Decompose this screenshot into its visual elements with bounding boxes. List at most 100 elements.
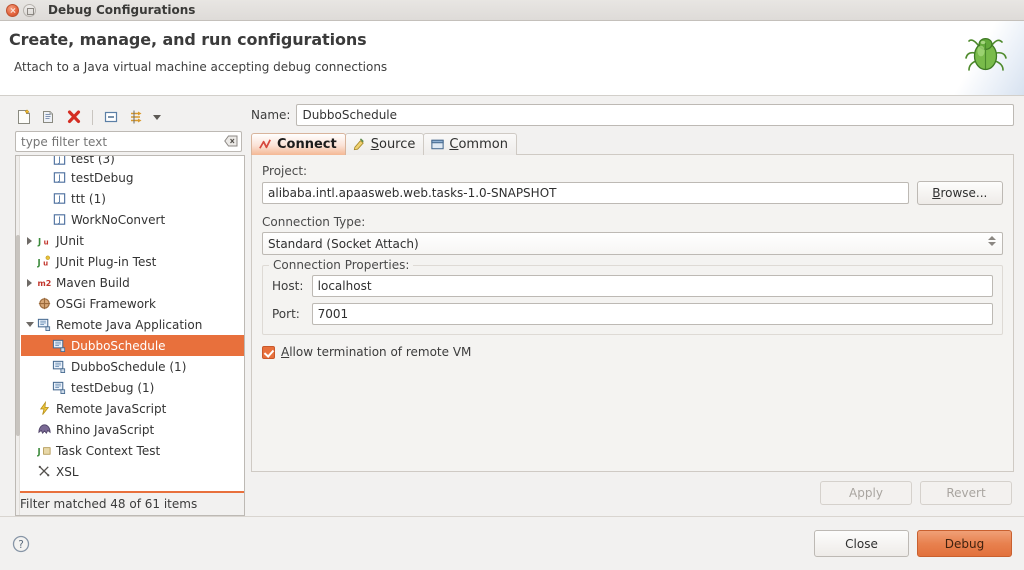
tree-item-test-3[interactable]: Jtest (3) [21,156,244,167]
junit-plugin-icon: Ju [36,254,53,270]
page-description: Attach to a Java virtual machine accepti… [14,60,1024,74]
chevron-down-icon[interactable] [150,106,164,128]
svg-text:J: J [37,236,41,246]
tree-item-label: ttt (1) [71,191,106,207]
tab-common[interactable]: Common [423,133,517,155]
chevron-down-icon[interactable] [23,314,36,335]
tab-source[interactable]: Source [345,133,425,155]
window-title: Debug Configurations [48,3,195,17]
tree-item-label: WorkNoConvert [71,212,165,228]
tab-label: Connect [277,137,337,152]
configuration-details-pane: Name: Connect Source Common Project: Brows… [251,104,1016,516]
tree-item-osgi-framework[interactable]: OSGi Framework [21,293,244,314]
tree-item-label: Rhino JavaScript [56,422,154,438]
tree-item-testdebug-1[interactable]: testDebug (1) [21,377,244,398]
project-input[interactable] [262,182,909,204]
name-row: Name: [251,104,1014,126]
connection-type-label: Connection Type: [262,215,1003,229]
tree-item-task-context-test[interactable]: JTask Context Test [21,440,244,461]
delete-x-icon[interactable] [63,106,85,128]
tree-item-ttt-1[interactable]: Jttt (1) [21,188,244,209]
svg-text:J: J [57,195,60,204]
connection-type-select[interactable]: Standard (Socket Attach) [262,232,1003,255]
tree-item-worknoconvert[interactable]: JWorkNoConvert [21,209,244,230]
tree-item-rhino-javascript[interactable]: Rhino JavaScript [21,419,244,440]
xsl-icon [36,464,53,480]
tree-item-testdebug[interactable]: JtestDebug [21,167,244,188]
host-row: Host: [272,275,993,297]
help-icon[interactable]: ? [12,535,30,553]
filter-field-wrapper [15,131,242,152]
toolbar-separator [92,110,93,125]
close-button[interactable]: Close [814,530,909,557]
apply-button[interactable]: Apply [820,481,912,505]
javascript-icon [36,401,53,417]
svg-text:J: J [57,156,60,164]
junit-icon: Ju [36,233,53,249]
tree-item-xsl[interactable]: XSL [21,461,244,482]
browse-button[interactable]: Browse... [917,181,1003,205]
svg-text:u: u [43,259,48,268]
svg-text:J: J [37,257,41,267]
tree-item-maven-build[interactable]: m2Maven Build [21,272,244,293]
tab-label: Source [371,137,416,152]
allow-termination-checkbox[interactable] [262,346,275,359]
configuration-name-input[interactable] [296,104,1014,126]
allow-termination-label: Allow termination of remote VM [281,345,471,359]
port-input[interactable] [312,303,993,325]
maximize-icon[interactable] [23,4,36,17]
new-configuration-button[interactable] [13,106,35,128]
remote-java-icon [36,317,53,333]
close-icon[interactable] [6,4,19,17]
tab-label-rest: ommon [458,137,507,152]
java-app-icon: J [51,156,68,167]
svg-text:u: u [44,238,49,247]
connect-icon [258,138,273,152]
tree-item-remote-java-application[interactable]: Remote Java Application [21,314,244,335]
window-titlebar: Debug Configurations [0,0,1024,21]
host-label: Host: [272,279,312,293]
tree-item-label: OSGi Framework [56,296,156,312]
tree-item-junit-plug-in-test[interactable]: JuJUnit Plug-in Test [21,251,244,272]
search-input[interactable] [15,131,242,152]
clear-icon[interactable] [224,135,238,147]
port-row: Port: [272,303,993,325]
tree-item-remote-javascript[interactable]: Remote JavaScript [21,398,244,419]
filter-icon[interactable] [125,106,147,128]
debug-configurations-dialog: Debug Configurations Create, manage, and… [0,0,1024,570]
dialog-footer: ? Close Debug [0,516,1024,570]
host-input[interactable] [312,275,993,297]
java-app-icon: J [51,191,68,207]
maven-icon: m2 [36,275,53,291]
spinner-arrows-icon [988,236,996,246]
connect-tab-panel: Project: Browse... Connection Type: Stan… [251,154,1014,472]
allow-termination-row[interactable]: Allow termination of remote VM [262,345,1003,359]
dialog-body: Jtest (3)JtestDebugJttt (1)JWorkNoConver… [0,96,1024,516]
revert-button[interactable]: Revert [920,481,1012,505]
tree-item-dubboschedule[interactable]: DubboSchedule [21,335,244,356]
rhino-icon [36,422,53,438]
allow-termination-mnemonic: A [281,345,289,359]
tree-item-dubboschedule-1[interactable]: DubboSchedule (1) [21,356,244,377]
browse-label-rest: rowse... [940,186,987,200]
svg-text:J: J [57,174,60,183]
chevron-right-icon[interactable] [23,230,36,251]
tree-item-label: DubboSchedule [71,338,166,354]
duplicate-configuration-button[interactable] [38,106,60,128]
java-app-icon: J [51,170,68,186]
tab-label: Common [449,137,508,152]
tab-connect[interactable]: Connect [251,133,346,155]
name-label: Name: [251,108,290,122]
port-label: Port: [272,307,312,321]
common-icon [430,138,445,152]
configurations-tree[interactable]: Jtest (3)JtestDebugJttt (1)JWorkNoConver… [16,156,244,491]
tree-item-label: testDebug (1) [71,380,154,396]
debug-button[interactable]: Debug [917,530,1012,557]
tree-item-label: test (3) [71,156,115,167]
collapse-all-icon[interactable] [100,106,122,128]
connection-properties-label: Connection Properties: [269,258,413,272]
tree-item-junit[interactable]: JuJUnit [21,230,244,251]
chevron-right-icon[interactable] [23,272,36,293]
dialog-header: Create, manage, and run configurations A… [0,21,1024,96]
svg-text:J: J [37,446,41,456]
